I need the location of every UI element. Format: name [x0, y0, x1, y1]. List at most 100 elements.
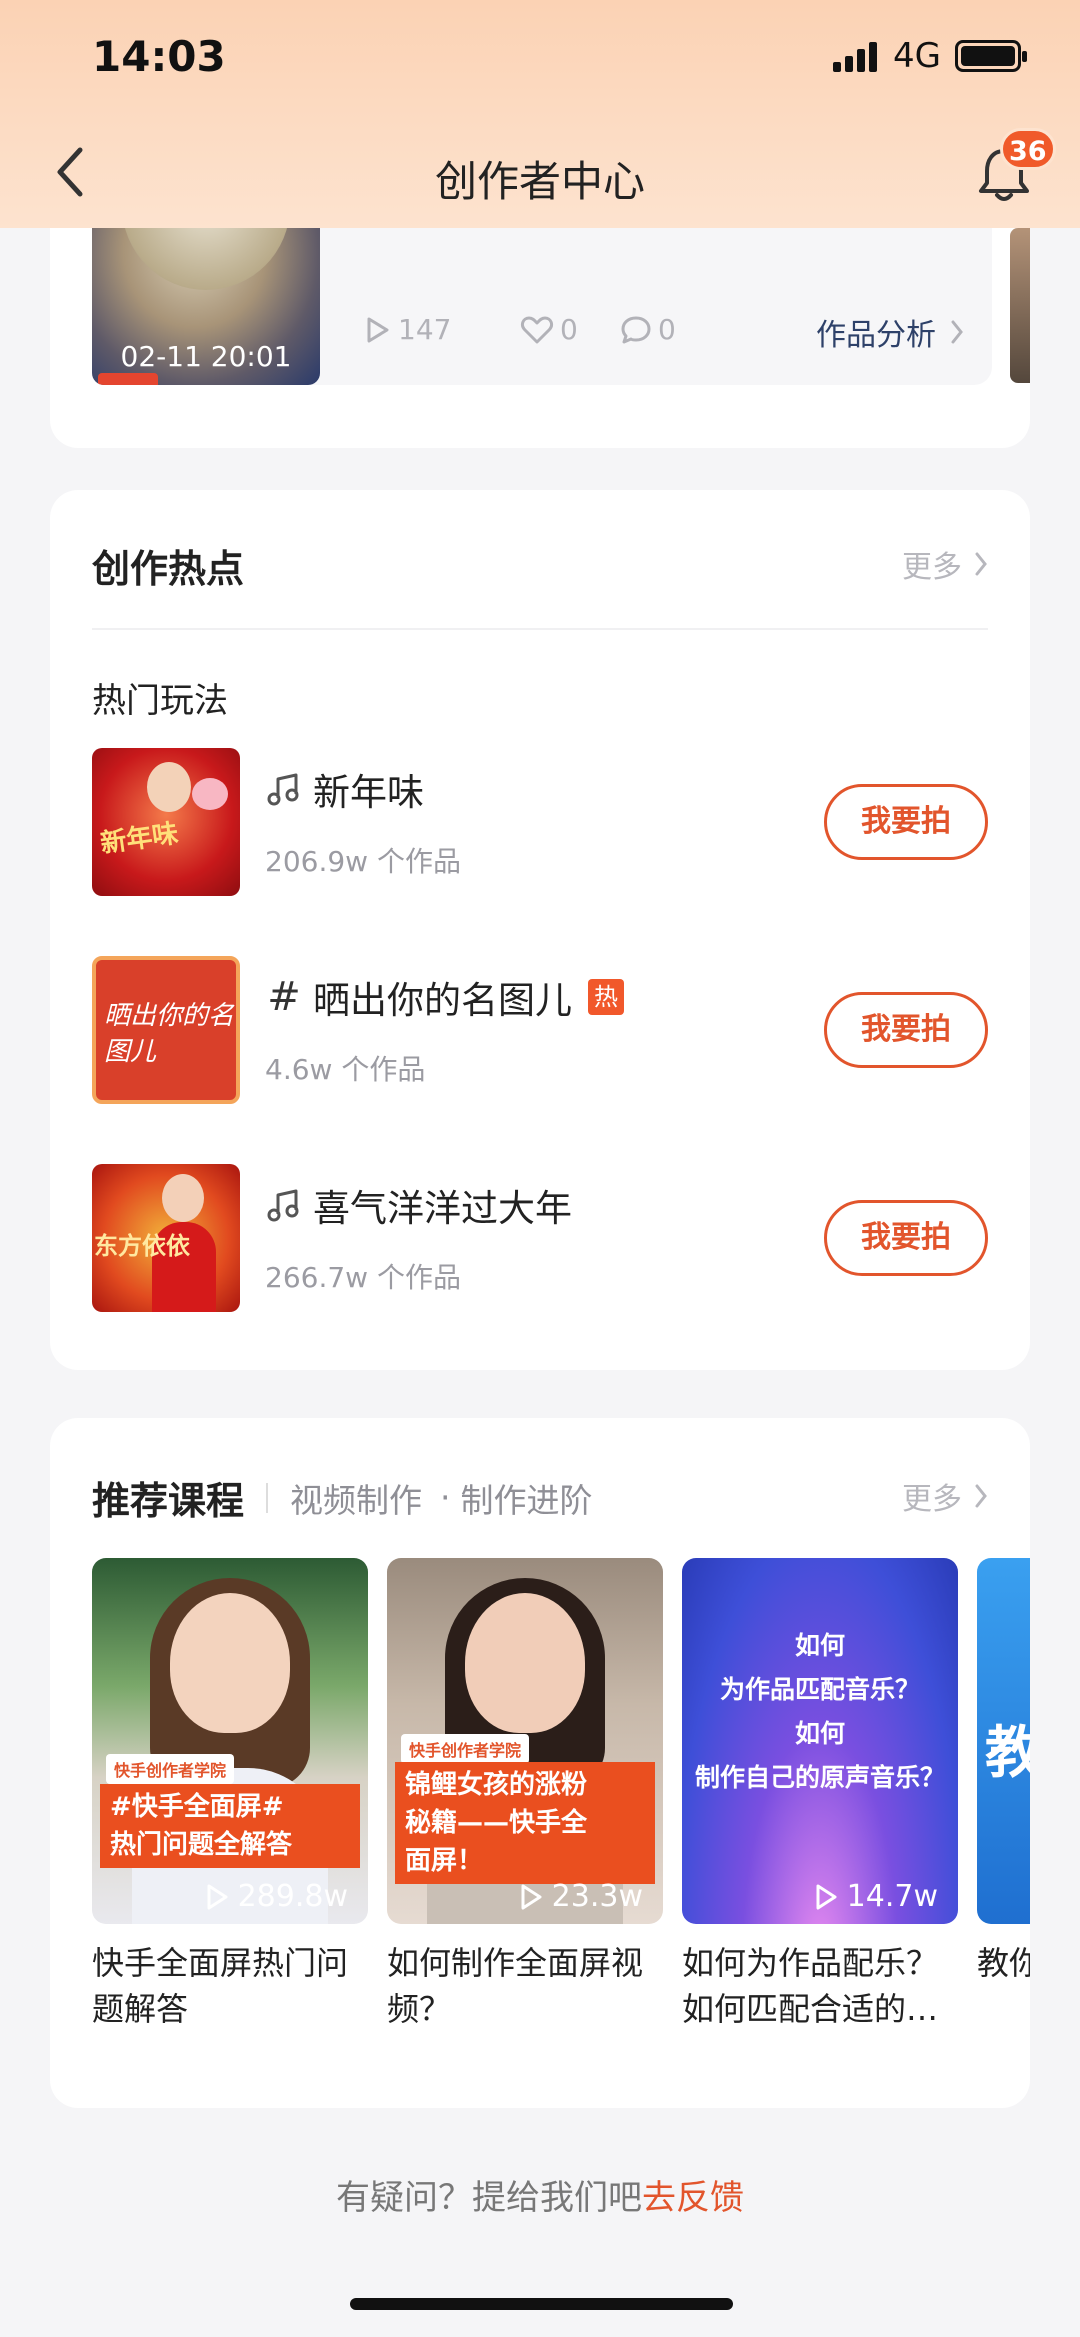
creation-hotspot-card: 创作热点 更多 热门玩法 新年味 新年味 206.9w 个作品 我要拍 晒出你的…	[50, 490, 1030, 1370]
hotspot-item[interactable]: 东方依依 喜气洋洋过大年 266.7w 个作品 我要拍	[92, 1164, 988, 1312]
thumbnail-text: 晒出你的名图儿	[104, 1001, 235, 1067]
chevron-right-icon	[951, 320, 963, 344]
work-analysis-link[interactable]: 作品分析	[816, 310, 964, 354]
chevron-right-icon	[975, 552, 987, 576]
hotspot-item[interactable]: 晒出你的名图儿 # 晒出你的名图儿 热 4.6w 个作品 我要拍	[92, 956, 988, 1104]
course-item[interactable]: 快手创作者学院 锦鲤女孩的涨粉 秘籍——快手全 面屏！ 23.3w 如何制作全面…	[387, 1558, 663, 2032]
course-overlay-text: #快手全面屏# 热门问题全解答	[100, 1784, 360, 1868]
comment-icon	[621, 316, 651, 343]
course-name: 如何为作品配乐？如何匹配合适的…	[682, 1944, 939, 2028]
play-icon	[816, 1884, 837, 1909]
page-title: 创作者中心	[434, 157, 645, 206]
hotspot-work-count: 4.6w 个作品	[265, 1053, 426, 1086]
course-overlay-text: 锦鲤女孩的涨粉 秘籍——快手全 面屏！	[395, 1762, 655, 1884]
like-count-value: 0	[560, 313, 578, 346]
work-date: 02-11 20:01	[120, 340, 292, 373]
play-count-value: 14.7w	[846, 1879, 938, 1914]
hot-badge: 热	[588, 979, 624, 1015]
course-play-count: 23.3w	[518, 1879, 643, 1914]
battery-icon	[955, 40, 1027, 72]
hotspot-item-name: # 晒出你的名图儿 热	[265, 970, 624, 1024]
signal-icon	[833, 42, 877, 72]
play-count-value: 23.3w	[551, 1879, 643, 1914]
course-play-count: 289.8w	[204, 1879, 348, 1914]
next-work-thumbnail[interactable]	[1010, 228, 1030, 383]
play-icon	[207, 1884, 228, 1909]
shoot-button[interactable]: 我要拍	[824, 784, 988, 860]
academy-tag: 快手创作者学院	[106, 1754, 235, 1784]
like-count: 0	[520, 313, 578, 346]
hotspot-item-name: 喜气洋洋过大年	[265, 1178, 572, 1232]
course-name: 快手全面屏热门问题解答	[92, 1944, 349, 2028]
heart-icon	[520, 316, 554, 343]
play-icon	[367, 317, 389, 342]
course-thumbnail[interactable]: 快手创作者学院 #快手全面屏# 热门问题全解答 289.8w	[92, 1558, 368, 1924]
play-count: 147	[362, 313, 451, 346]
play-count-value: 289.8w	[237, 1879, 348, 1914]
more-label: 更多	[902, 1482, 962, 1517]
home-indicator[interactable]	[350, 2298, 733, 2310]
hotspot-name-text: 新年味	[313, 771, 424, 814]
tab-separator-dot: ·	[440, 1478, 451, 1517]
network-type: 4G	[893, 36, 941, 76]
courses-more-link[interactable]: 更多	[902, 1474, 988, 1518]
hotspot-work-count: 266.7w 个作品	[265, 1261, 461, 1294]
music-note-icon	[267, 1189, 299, 1222]
hotspot-thumbnail[interactable]: 晒出你的名图儿	[92, 956, 240, 1104]
feedback-text: 有疑问？提给我们吧	[336, 2178, 642, 2218]
course-name: 如何制作全面屏视频？	[387, 1944, 644, 2028]
face-image	[162, 1174, 204, 1222]
academy-tag: 快手创作者学院	[401, 1734, 530, 1764]
course-item[interactable]: 教 教你	[977, 1558, 1030, 2032]
divider	[92, 628, 988, 630]
course-item[interactable]: 如何 为作品匹配音乐？ 如何 制作自己的原声音乐？ 14.7w 如何为作品配乐？…	[682, 1558, 958, 2032]
hotspot-title: 创作热点	[92, 547, 245, 591]
course-thumbnail[interactable]: 如何 为作品匹配音乐？ 如何 制作自己的原声音乐？ 14.7w	[682, 1558, 958, 1924]
thumbnail-text: 东方依依	[94, 1232, 190, 1260]
comment-count-value: 0	[658, 313, 676, 346]
music-note-icon	[267, 773, 299, 806]
hotspot-name-text: 喜气洋洋过大年	[313, 1187, 572, 1230]
recommended-courses-card: 推荐课程 视频制作 · 制作进阶 更多 快手创作者学院 #快手全面屏# 热门问题…	[50, 1418, 1030, 2108]
shoot-button[interactable]: 我要拍	[824, 992, 988, 1068]
hot-gameplay-title: 热门玩法	[92, 681, 228, 721]
feedback-link[interactable]: 去反馈	[642, 2178, 744, 2218]
pig-image	[192, 778, 228, 810]
face-image	[465, 1593, 585, 1733]
hashtag-icon: #	[267, 974, 301, 1020]
comment-count: 0	[620, 313, 676, 346]
work-tag	[98, 373, 158, 385]
person-image	[147, 762, 191, 812]
tab-video-making[interactable]: 视频制作	[290, 1474, 422, 1522]
hotspot-item-name: 新年味	[265, 762, 424, 816]
course-overlay-text: 教	[985, 1721, 1030, 1786]
hotspot-work-count: 206.9w 个作品	[265, 845, 461, 878]
play-icon	[521, 1884, 542, 1909]
divider	[266, 1482, 269, 1513]
course-overlay-text: 如何 为作品匹配音乐？ 如何 制作自己的原声音乐？	[694, 1631, 945, 1792]
status-time: 14:03	[92, 32, 226, 81]
course-play-count: 14.7w	[813, 1879, 938, 1914]
feedback-footer: 有疑问？提给我们吧去反馈	[0, 2170, 1080, 2219]
face-image	[170, 1593, 290, 1733]
chevron-right-icon	[975, 1484, 987, 1508]
course-thumbnail[interactable]: 教	[977, 1558, 1030, 1924]
notification-count-badge: 36	[1000, 128, 1056, 170]
thumbnail-text: 新年味	[98, 818, 181, 860]
hotspot-item[interactable]: 新年味 新年味 206.9w 个作品 我要拍	[92, 748, 988, 896]
hotspot-more-link[interactable]: 更多	[902, 542, 988, 586]
hotspot-thumbnail[interactable]: 东方依依	[92, 1164, 240, 1312]
tab-advanced[interactable]: 制作进阶	[461, 1474, 593, 1522]
more-label: 更多	[902, 550, 962, 585]
hotspot-thumbnail[interactable]: 新年味	[92, 748, 240, 896]
course-thumbnail[interactable]: 快手创作者学院 锦鲤女孩的涨粉 秘籍——快手全 面屏！ 23.3w	[387, 1558, 663, 1924]
courses-header: 推荐课程 视频制作 · 制作进阶	[92, 1470, 593, 1525]
work-analysis-label: 作品分析	[816, 318, 936, 353]
courses-title: 推荐课程	[92, 1479, 245, 1523]
course-name: 教你	[977, 1944, 1030, 1982]
course-item[interactable]: 快手创作者学院 #快手全面屏# 热门问题全解答 289.8w 快手全面屏热门问题…	[92, 1558, 368, 2032]
hotspot-name-text: 晒出你的名图儿	[313, 979, 572, 1022]
top-header: 14:03 4G 创作者中心 36	[0, 0, 1080, 228]
play-count-value: 147	[398, 313, 452, 346]
shoot-button[interactable]: 我要拍	[824, 1200, 988, 1276]
